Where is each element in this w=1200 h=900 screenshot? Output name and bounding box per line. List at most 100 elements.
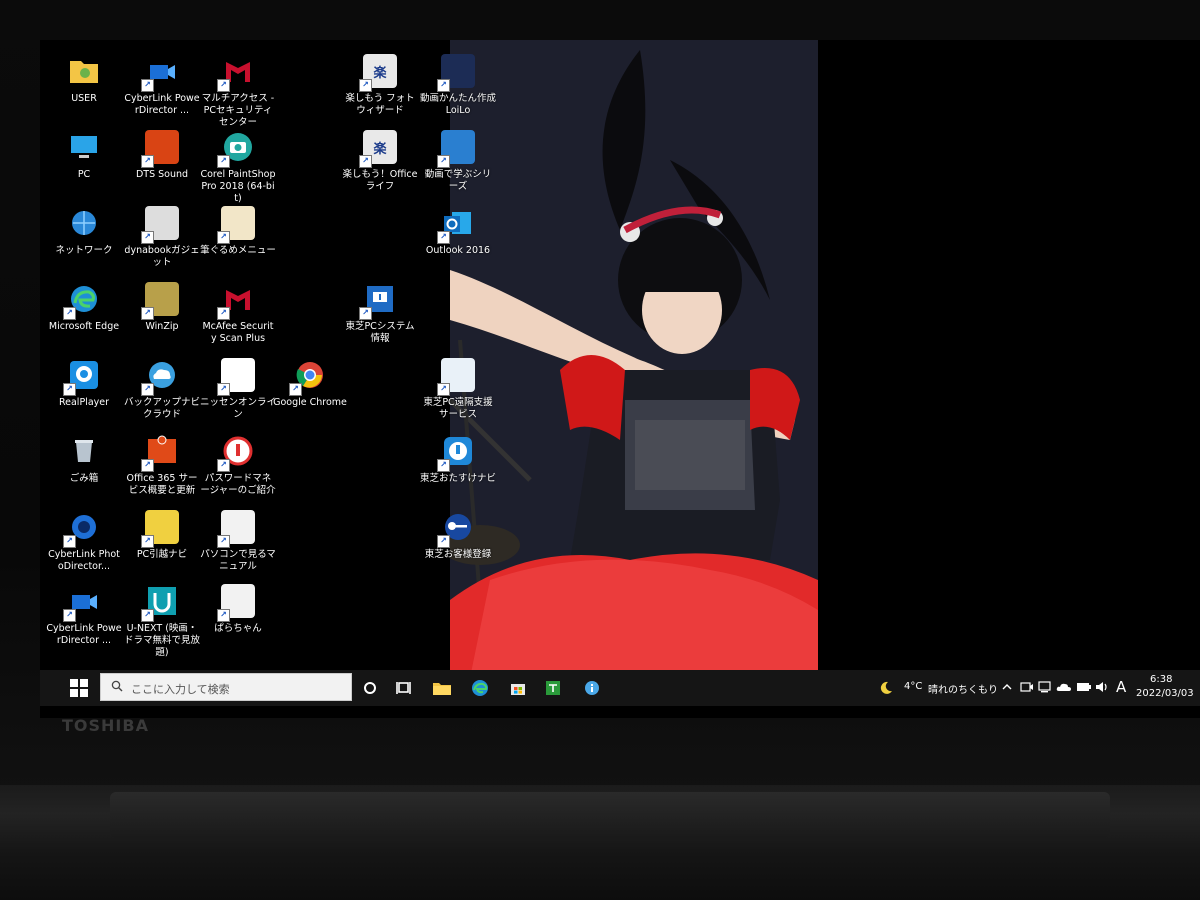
devices-icon[interactable] (1038, 680, 1052, 694)
chrome-icon: ↗ (289, 356, 329, 396)
ime-indicator[interactable]: A (1116, 678, 1126, 696)
meet-now-icon[interactable] (1020, 680, 1034, 694)
desktop-icon-chrome[interactable]: ↗ Google Chrome (272, 356, 348, 409)
desktop-icon-label: WinZip (145, 321, 179, 332)
clock-date[interactable]: 2022/03/03 (1136, 688, 1194, 699)
desktop-icon-o365[interactable]: ↗ Office 365 サービス概要と更新 (124, 432, 200, 497)
desktop-icon-O[interactable]: ↗ Outlook 2016 (420, 204, 496, 257)
desktop-icon-para[interactable]: ↗ ぱらちゃん (200, 582, 276, 635)
desktop-icon-label: CyberLink PowerDirector ... (124, 93, 200, 116)
cortana-button[interactable] (358, 676, 382, 700)
desktop-icon-remote[interactable]: ↗ 東芝PC遠隔支援サービス (420, 356, 496, 421)
weather-text[interactable]: 晴れのちくもり (928, 681, 998, 696)
cortana-icon (364, 682, 376, 694)
desktop-icon-楽[interactable]: 楽 ↗ 楽しもう！Office ライフ (342, 128, 418, 193)
clock-time[interactable]: 6:38 (1150, 674, 1172, 685)
ichitaro-button[interactable] (541, 676, 565, 700)
manual-icon: ↗ (217, 508, 257, 548)
clapper-icon: ↗ (63, 582, 103, 622)
O-icon: ↗ (437, 204, 477, 244)
desktop-icon-label: McAfee Security Scan Plus (202, 321, 274, 344)
remote-icon: ↗ (437, 356, 477, 396)
chevron-up-icon[interactable] (1002, 682, 1012, 692)
desktop-icon-folder[interactable]: USER (46, 52, 122, 105)
desktop-icon-label: ニッセンオンライン (200, 397, 277, 420)
bin-icon (65, 432, 103, 470)
desktop-icon-aperture[interactable]: ↗ CyberLink PhotoDirector... (46, 508, 122, 573)
desktop-icon-label: Corel PaintShop Pro 2018 (64-bit) (200, 169, 276, 204)
desktop-icon-label: CyberLink PowerDirector ... (46, 623, 122, 646)
desktop-icon-key[interactable]: ↗ 東芝お客様登録 (420, 508, 496, 561)
desktop-icon-label: DTS Sound (135, 169, 189, 180)
desktop-icon-M[interactable]: ↗ McAfee Security Scan Plus (200, 280, 276, 345)
desktop-icon-label: PC引越ナビ (136, 549, 188, 560)
edge-icon (472, 680, 488, 696)
desktop-icon-camera[interactable]: ↗ Corel PaintShop Pro 2018 (64-bit) (200, 128, 276, 205)
desktop-icon-manual[interactable]: ↗ パソコンで見るマニュアル (200, 508, 276, 573)
i-icon: ↗ (359, 280, 399, 320)
brush-icon: ↗ (217, 204, 257, 244)
volume-icon[interactable] (1095, 680, 1109, 694)
desktop-icon-label: Google Chrome (273, 397, 347, 408)
battery-icon[interactable] (1076, 681, 1092, 693)
desktop-icon-clapper[interactable]: ↗ CyberLink PowerDirector ... (124, 52, 200, 117)
desktop-icon-zip[interactable]: ↗ WinZip (124, 280, 200, 333)
hinge-bar (110, 792, 1110, 838)
dts-icon: ↗ (141, 128, 181, 168)
desktop-icon-dts[interactable]: ↗ DTS Sound (124, 128, 200, 181)
desktop-icon-label: ネットワーク (55, 245, 113, 256)
desktop-icon-label: 東芝PCシステム情報 (345, 321, 415, 344)
onedrive-icon[interactable] (1056, 681, 1072, 693)
M-icon: ↗ (217, 280, 257, 320)
desktop-icon-label: パスワードマネージャーのご紹介 (200, 473, 276, 496)
desktop-icon-label: 動画かんたん作成 LoiLo (420, 93, 497, 116)
desktop-icon-edge[interactable]: ↗ Microsoft Edge (46, 280, 122, 333)
desktop-icon-楽[interactable]: 楽 ↗ 楽しもう フォト ウィザード (342, 52, 418, 117)
task-view-icon (396, 682, 411, 694)
info-icon (585, 681, 599, 695)
info-button[interactable] (580, 676, 604, 700)
desktop-icon-label: U-NEXT (映画・ドラマ無料で見放題) (124, 623, 201, 658)
zip-icon: ↗ (141, 280, 181, 320)
desktop-icon-U[interactable]: ↗ U-NEXT (映画・ドラマ無料で見放題) (124, 582, 200, 659)
edge-button[interactable] (468, 676, 492, 700)
desktop-icon-bin[interactable]: ごみ箱 (46, 432, 122, 485)
file-explorer-button[interactable] (430, 676, 454, 700)
desktop-icon-cloud[interactable]: ↗ バックアップナビ クラウド (124, 356, 200, 421)
desktop-icon-label: Microsoft Edge (48, 321, 120, 332)
task-view-button[interactable] (392, 676, 416, 700)
desktop-icon-globe[interactable]: ネットワーク (46, 204, 122, 257)
desktop-icon-label: Outlook 2016 (425, 245, 491, 256)
desktop-icon-label: 東芝PC遠隔支援サービス (423, 397, 493, 420)
o365-icon: ↗ (141, 432, 181, 472)
desktop-icon-move[interactable]: ↗ PC引越ナビ (124, 508, 200, 561)
desktop-icon-pw[interactable]: ↗ パスワードマネージャーのご紹介 (200, 432, 276, 497)
desktop-icon-brush[interactable]: ↗ 筆ぐるめメニュー (200, 204, 276, 257)
desktop-icon-thumb[interactable]: ↗ 東芝おたすけナビ (420, 432, 496, 485)
desktop-icon-label: 東芝おたすけナビ (420, 473, 497, 484)
desktop-icon-M[interactable]: ↗ マルチアクセス - PCセキュリティセンター (200, 52, 276, 129)
desktop-icon-fish[interactable]: ↗ 動画で学ぶシリーズ (420, 128, 496, 193)
monitor-icon (65, 128, 103, 166)
store-button[interactable] (506, 676, 530, 700)
desktop-icon-monitor[interactable]: PC (46, 128, 122, 181)
desktop-icon-label: 筆ぐるめメニュー (200, 245, 276, 256)
weather-temp[interactable]: 4°C (904, 681, 922, 692)
start-button[interactable] (70, 679, 88, 697)
desktop-icon-label: USER (71, 93, 97, 104)
key-icon: ↗ (437, 508, 477, 548)
desktop-icon-real[interactable]: ↗ RealPlayer (46, 356, 122, 409)
U-icon: ↗ (141, 582, 181, 622)
desktop-icon-nissen[interactable]: ↗ ニッセンオンライン (200, 356, 276, 421)
desktop-icon-gadget[interactable]: ↗ dynabookガジェット (124, 204, 200, 269)
楽-icon: 楽 ↗ (359, 52, 399, 92)
desktop-icon-label: RealPlayer (58, 397, 110, 408)
folder-icon (433, 683, 451, 695)
desktop-icon-clapper[interactable]: ↗ CyberLink PowerDirector ... (46, 582, 122, 647)
aperture-icon: ↗ (63, 508, 103, 548)
desktop-icon-disc[interactable]: ↗ 動画かんたん作成 LoiLo (420, 52, 496, 117)
ichitaro-icon (546, 681, 560, 695)
weather-moon-icon[interactable] (878, 680, 894, 696)
search-box[interactable]: ここに入力して検索 (100, 673, 352, 701)
desktop-icon-i[interactable]: ↗ 東芝PCシステム情報 (342, 280, 418, 345)
